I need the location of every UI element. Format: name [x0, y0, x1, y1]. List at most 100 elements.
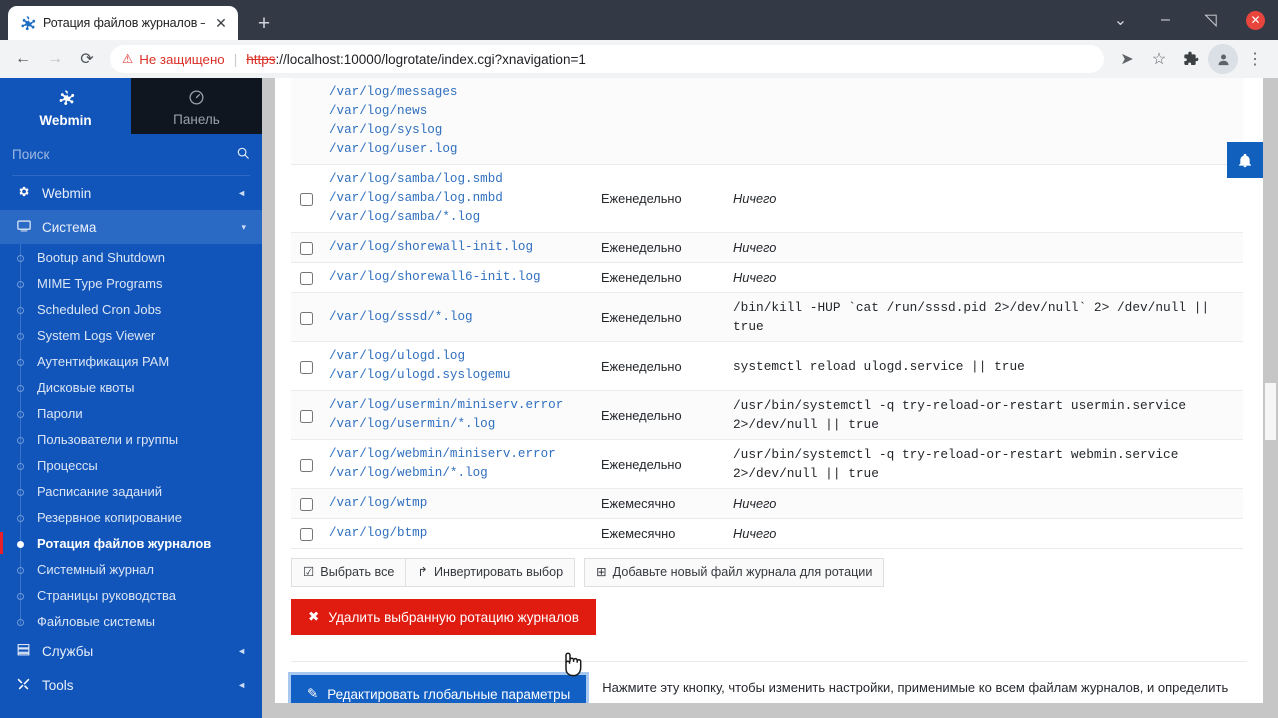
row-checkbox[interactable]	[300, 360, 313, 374]
sidebar-item-mime[interactable]: MIME Type Programs	[0, 270, 262, 296]
log-path-link[interactable]: /var/log/btmp	[329, 524, 585, 543]
sidebar-brand[interactable]: Webmin	[0, 78, 131, 134]
row-checkbox[interactable]	[300, 311, 313, 325]
sidebar-group-label: Службы	[42, 643, 94, 659]
log-path-link[interactable]: /var/log/messages	[329, 83, 585, 102]
search-input[interactable]	[12, 147, 236, 162]
sidebar-dashboard-tab[interactable]: Панель	[131, 78, 262, 134]
bookmark-star-icon[interactable]: ☆	[1144, 44, 1174, 74]
share-icon[interactable]: ➤	[1112, 44, 1142, 74]
edit-global-params-button[interactable]: ✎ Редактировать глобальные параметры	[287, 672, 590, 703]
search-icon[interactable]	[236, 146, 250, 163]
log-path-link[interactable]: /var/log/samba/*.log	[329, 208, 585, 227]
log-path-link[interactable]: /var/log/sssd/*.log	[329, 308, 585, 327]
row-schedule: Еженедельно	[593, 232, 725, 263]
row-checkbox[interactable]	[300, 498, 313, 512]
log-path-link[interactable]: /var/log/user.log	[329, 140, 585, 159]
log-path-link[interactable]: /var/log/shorewall6-init.log	[329, 268, 585, 287]
table-row[interactable]: /var/log/samba/log.smbd /var/log/samba/l…	[291, 164, 1243, 233]
row-paths: /var/log/webmin/miniserv.error /var/log/…	[321, 439, 593, 489]
table-row[interactable]: /var/log/messages /var/log/news /var/log…	[291, 78, 1243, 165]
sidebar-group-webmin[interactable]: Webmin ◄	[0, 176, 262, 210]
table-row[interactable]: /var/log/btmp Ежемесячно Ничего	[291, 518, 1243, 549]
log-path-link[interactable]: /var/log/webmin/*.log	[329, 464, 585, 483]
log-path-link[interactable]: /var/log/usermin/miniserv.error	[329, 396, 585, 415]
sidebar-item-schedule[interactable]: Расписание заданий	[0, 478, 262, 504]
row-checkbox[interactable]	[300, 528, 313, 542]
log-path-link[interactable]: /var/log/samba/log.nmbd	[329, 189, 585, 208]
sidebar-item-bootup[interactable]: Bootup and Shutdown	[0, 244, 262, 270]
back-icon[interactable]: ←	[8, 44, 38, 74]
table-row[interactable]: /var/log/shorewall6-init.log Еженедельно…	[291, 262, 1243, 293]
log-path-link[interactable]: /var/log/shorewall-init.log	[329, 238, 585, 257]
profile-avatar-icon[interactable]	[1208, 44, 1238, 74]
sidebar-item-cron[interactable]: Scheduled Cron Jobs	[0, 296, 262, 322]
row-checkbox[interactable]	[300, 272, 313, 286]
close-icon[interactable]: ✕	[212, 14, 230, 32]
sidebar-search[interactable]	[12, 134, 250, 176]
content-area: /var/log/messages /var/log/news /var/log…	[262, 78, 1278, 718]
add-log-file-button[interactable]: ⊞ Добавьте новый файл журнала для ротаци…	[584, 558, 885, 587]
table-row[interactable]: /var/log/sssd/*.log Еженедельно /bin/kil…	[291, 292, 1243, 342]
table-row[interactable]: /var/log/ulogd.log /var/log/ulogd.syslog…	[291, 341, 1243, 391]
address-bar[interactable]: ⚠ Не защищено | https://localhost:10000/…	[110, 45, 1104, 73]
sidebar-group-system[interactable]: Система ▾	[0, 210, 262, 244]
sidebar-item-processes[interactable]: Процессы	[0, 452, 262, 478]
webmin-logo-icon	[19, 15, 36, 32]
scrollbar-thumb[interactable]	[1265, 383, 1276, 440]
invert-selection-button[interactable]: ↱ Инвертировать выбор	[405, 558, 576, 587]
table-row[interactable]: /var/log/wtmp Ежемесячно Ничего	[291, 488, 1243, 519]
log-path-link[interactable]: /var/log/news	[329, 102, 585, 121]
minimize-icon[interactable]: –	[1143, 0, 1188, 40]
sidebar-item-users-groups[interactable]: Пользователи и группы	[0, 426, 262, 452]
page-scrollbar[interactable]	[1263, 78, 1278, 718]
table-row[interactable]: /var/log/shorewall-init.log Еженедельно …	[291, 232, 1243, 263]
delete-selected-button[interactable]: ✖ Удалить выбранную ротацию журналов	[291, 599, 596, 635]
log-path-link[interactable]: /var/log/samba/log.smbd	[329, 170, 585, 189]
log-path-link[interactable]: /var/log/usermin/*.log	[329, 415, 585, 434]
sidebar-item-disk-quotas[interactable]: Дисковые квоты	[0, 374, 262, 400]
forward-icon[interactable]: →	[40, 44, 70, 74]
log-path-link[interactable]: /var/log/webmin/miniserv.error	[329, 445, 585, 464]
sidebar-item-man-pages[interactable]: Страницы руководства	[0, 582, 262, 608]
log-path-link[interactable]: /var/log/ulogd.syslogemu	[329, 366, 585, 385]
sidebar-item-syslog-viewer[interactable]: System Logs Viewer	[0, 322, 262, 348]
notification-bell-icon[interactable]	[1227, 142, 1263, 178]
row-checkbox[interactable]	[300, 409, 313, 423]
row-checkbox[interactable]	[300, 458, 313, 472]
log-path-link[interactable]: /var/log/ulogd.log	[329, 347, 585, 366]
sidebar-item-passwords[interactable]: Пароли	[0, 400, 262, 426]
sidebar-group-services[interactable]: Службы ◄	[0, 634, 262, 668]
sidebar-item-label: Ротация файлов журналов	[37, 535, 212, 551]
reload-icon[interactable]: ⟳	[72, 44, 102, 74]
select-all-button[interactable]: ☑ Выбрать все	[291, 558, 407, 587]
sidebar-item-pam[interactable]: Аутентификация PAM	[0, 348, 262, 374]
divider	[291, 661, 1247, 662]
row-command	[725, 78, 1243, 165]
browser-tabstrip: Ротация файлов журналов — ✕ + ⌄ – ◹ ✕	[0, 0, 1278, 40]
browser-tab[interactable]: Ротация файлов журналов — ✕	[8, 6, 238, 40]
log-path-link[interactable]: /var/log/wtmp	[329, 494, 585, 513]
sidebar-item-system-log[interactable]: Системный журнал	[0, 556, 262, 582]
maximize-icon[interactable]: ◹	[1188, 0, 1233, 40]
extensions-icon[interactable]	[1176, 44, 1206, 74]
browser-menu-icon[interactable]: ⋮	[1240, 44, 1270, 74]
new-tab-button[interactable]: +	[250, 9, 278, 37]
chevron-down-icon[interactable]: ⌄	[1098, 0, 1143, 40]
table-row[interactable]: /var/log/usermin/miniserv.error /var/log…	[291, 390, 1243, 440]
window-close-button[interactable]: ✕	[1233, 0, 1278, 40]
logrotate-page: /var/log/messages /var/log/news /var/log…	[275, 78, 1263, 703]
row-paths: /var/log/shorewall-init.log	[321, 232, 593, 263]
sidebar-item-filesystems[interactable]: Файловые системы	[0, 608, 262, 634]
sidebar-group-tools[interactable]: Tools ◄	[0, 668, 262, 702]
add-log-file-label: Добавьте новый файл журнала для ротации	[612, 565, 873, 579]
log-path-link[interactable]: /var/log/syslog	[329, 121, 585, 140]
table-row[interactable]: /var/log/webmin/miniserv.error /var/log/…	[291, 439, 1243, 489]
sidebar-group-label: Webmin	[42, 185, 92, 201]
row-checkbox[interactable]	[300, 242, 313, 256]
row-paths: /var/log/sssd/*.log	[321, 292, 593, 342]
sidebar-item-backup[interactable]: Резервное копирование	[0, 504, 262, 530]
chevron-left-icon: ◄	[237, 646, 246, 656]
row-checkbox[interactable]	[300, 193, 313, 207]
sidebar-item-log-rotation[interactable]: Ротация файлов журналов	[0, 530, 262, 556]
